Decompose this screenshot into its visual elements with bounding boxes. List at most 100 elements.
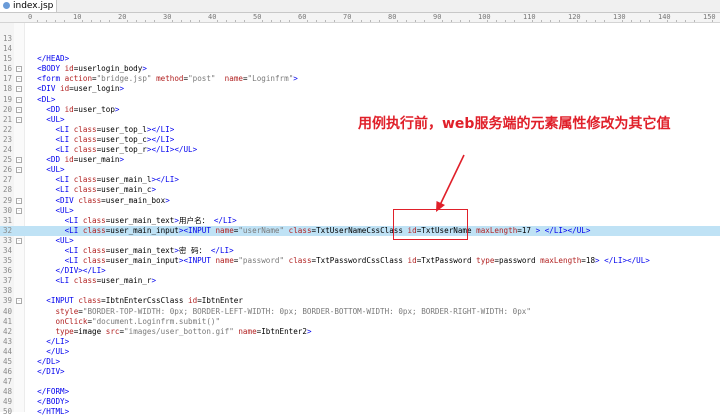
annotation-text: 用例执行前，web服务端的元素属性修改为其它值 <box>358 116 671 132</box>
code-line[interactable]: 24 <LI class=user_top_r></LI></UL> <box>0 145 720 155</box>
code-line[interactable]: 47 <box>0 377 720 387</box>
ruler-tick: 130 <box>613 13 626 21</box>
code-line[interactable]: 30- <UL> <box>0 206 720 216</box>
code-line[interactable]: 45 </DL> <box>0 357 720 367</box>
ruler-minor-tick <box>181 20 182 22</box>
column-ruler: 0 10 20 30 40 50 60 70 80 90 100 110 120 130 140 150 <box>0 13 720 23</box>
code-text: </LI> <box>46 336 70 346</box>
line-number: 18 <box>2 84 12 94</box>
fold-guide <box>16 258 21 263</box>
fold-toggle-icon[interactable]: - <box>16 76 22 83</box>
code-line-highlighted[interactable]: 32 <LI class=user_main_input><INPUT name… <box>0 225 720 236</box>
ruler-minor-tick <box>217 20 218 22</box>
line-number: 36 <box>2 266 12 276</box>
code-line[interactable]: 49 </BODY> <box>0 397 720 407</box>
ruler-minor-tick <box>280 20 281 22</box>
fold-toggle-icon[interactable]: - <box>16 116 22 123</box>
code-line[interactable]: 16- <BODY id=userlogin_body> <box>0 64 720 74</box>
ruler-tick: 70 <box>343 13 352 21</box>
code-line[interactable]: 27 <LI class=user_main_l></LI> <box>0 175 720 185</box>
line-number: 46 <box>2 367 12 377</box>
ruler-minor-tick <box>55 20 56 22</box>
code-line[interactable]: 28 <LI class=user_main_c> <box>0 185 720 195</box>
code-text: <LI class=user_main_r> <box>55 276 157 286</box>
code-line[interactable]: 37 <LI class=user_main_r> <box>0 276 720 286</box>
line-number: 48 <box>2 387 12 397</box>
fold-guide <box>16 218 21 223</box>
code-text: <LI class=user_top_r></LI></UL> <box>55 145 198 155</box>
code-line[interactable]: 31 <LI class=user_main_text>用户名： </LI> <box>0 216 720 226</box>
fold-guide <box>16 399 21 404</box>
ruler-minor-tick <box>604 20 605 22</box>
fold-toggle-icon[interactable]: - <box>16 207 22 214</box>
code-line[interactable]: 50 </HTML> <box>0 407 720 417</box>
code-line[interactable]: 15 </HEAD> <box>0 54 720 64</box>
code-line[interactable]: 23 <LI class=user_top_c></LI> <box>0 135 720 145</box>
editor-tab[interactable]: index.jsp <box>0 0 57 12</box>
code-line[interactable]: 29- <DIV class=user_main_box> <box>0 196 720 206</box>
ruler-minor-tick <box>37 20 38 22</box>
fold-toggle-icon[interactable]: - <box>16 157 22 164</box>
code-line[interactable]: 25- <DD id=user_main> <box>0 155 720 165</box>
code-line[interactable]: 18- <DIV id=user_login> <box>0 84 720 94</box>
fold-toggle-icon[interactable]: - <box>16 197 22 204</box>
line-number: 34 <box>2 245 12 255</box>
code-editor[interactable]: 13 14 15 </HEAD> 16- <BODY id=userlogin_bod… <box>0 34 720 418</box>
ruler-minor-tick <box>415 20 416 22</box>
code-text: <LI class=user_top_l></LI> <box>55 124 175 134</box>
fold-toggle-icon[interactable]: - <box>16 106 22 113</box>
ruler-minor-tick <box>649 20 650 22</box>
fold-guide <box>16 359 21 364</box>
code-text: <DIV id=user_login> <box>37 84 125 94</box>
code-line[interactable]: 38 <box>0 286 720 296</box>
code-line[interactable]: 41 onClick="document.Loginfrm.submit()" <box>0 317 720 327</box>
tab-label: index.jsp <box>13 1 54 11</box>
highlight-box <box>393 209 468 240</box>
line-number: 16 <box>2 64 12 74</box>
fold-toggle-icon[interactable]: - <box>16 96 22 103</box>
code-line[interactable]: 44 </UL> <box>0 347 720 357</box>
code-line[interactable]: 19- <DL> <box>0 95 720 105</box>
fold-guide <box>16 288 21 293</box>
fold-toggle-icon[interactable]: - <box>16 86 22 93</box>
ruler-minor-tick <box>469 20 470 22</box>
ruler-minor-tick <box>694 20 695 22</box>
line-number: 30 <box>2 205 12 215</box>
code-line[interactable]: 48 </FORM> <box>0 387 720 397</box>
fold-guide <box>16 369 21 374</box>
line-number: 14 <box>2 44 12 54</box>
fold-toggle-icon[interactable]: - <box>16 167 22 174</box>
ruler-minor-tick <box>235 20 236 22</box>
ruler-minor-tick <box>577 20 578 22</box>
code-line[interactable]: 34 <LI class=user_main_text>密 码： </LI> <box>0 246 720 256</box>
fold-toggle-icon[interactable]: - <box>16 237 22 244</box>
fold-guide <box>16 56 21 61</box>
ruler-minor-tick <box>379 20 380 22</box>
code-line[interactable]: 46 </DIV> <box>0 367 720 377</box>
code-line[interactable]: 40 style="BORDER-TOP-WIDTH: 0px; BORDER-… <box>0 307 720 317</box>
code-text: <DD id=user_top> <box>46 104 120 114</box>
ruler-minor-tick <box>532 20 533 22</box>
ruler-minor-tick <box>154 20 155 22</box>
ruler-minor-tick <box>199 20 200 22</box>
code-line[interactable]: 17- <form action="bridge.jsp" method="po… <box>0 74 720 84</box>
fold-toggle-icon[interactable]: - <box>16 298 22 305</box>
fold-toggle-icon[interactable]: - <box>16 66 22 73</box>
code-text: <LI class=user_top_c></LI> <box>55 134 175 144</box>
line-number: 19 <box>2 94 12 104</box>
code-line[interactable]: 13 <box>0 34 720 44</box>
ruler-minor-tick <box>190 20 191 22</box>
code-line[interactable]: 43 </LI> <box>0 337 720 347</box>
fold-guide <box>16 46 21 51</box>
line-number: 17 <box>2 74 12 84</box>
ruler-minor-tick <box>541 20 542 22</box>
code-line[interactable]: 36 </DIV></LI> <box>0 266 720 276</box>
code-line[interactable]: 33- <UL> <box>0 236 720 246</box>
code-line[interactable]: 42 type=image src="images/user_botton.gi… <box>0 327 720 337</box>
ruler-minor-tick <box>676 20 677 22</box>
code-line[interactable]: 39- <INPUT class=IbtnEnterCssClass id=Ib… <box>0 296 720 306</box>
code-line[interactable]: 35 <LI class=user_main_input><INPUT name… <box>0 256 720 266</box>
code-line[interactable]: 26- <UL> <box>0 165 720 175</box>
ruler-minor-tick <box>496 20 497 22</box>
code-line[interactable]: 14 <box>0 44 720 54</box>
